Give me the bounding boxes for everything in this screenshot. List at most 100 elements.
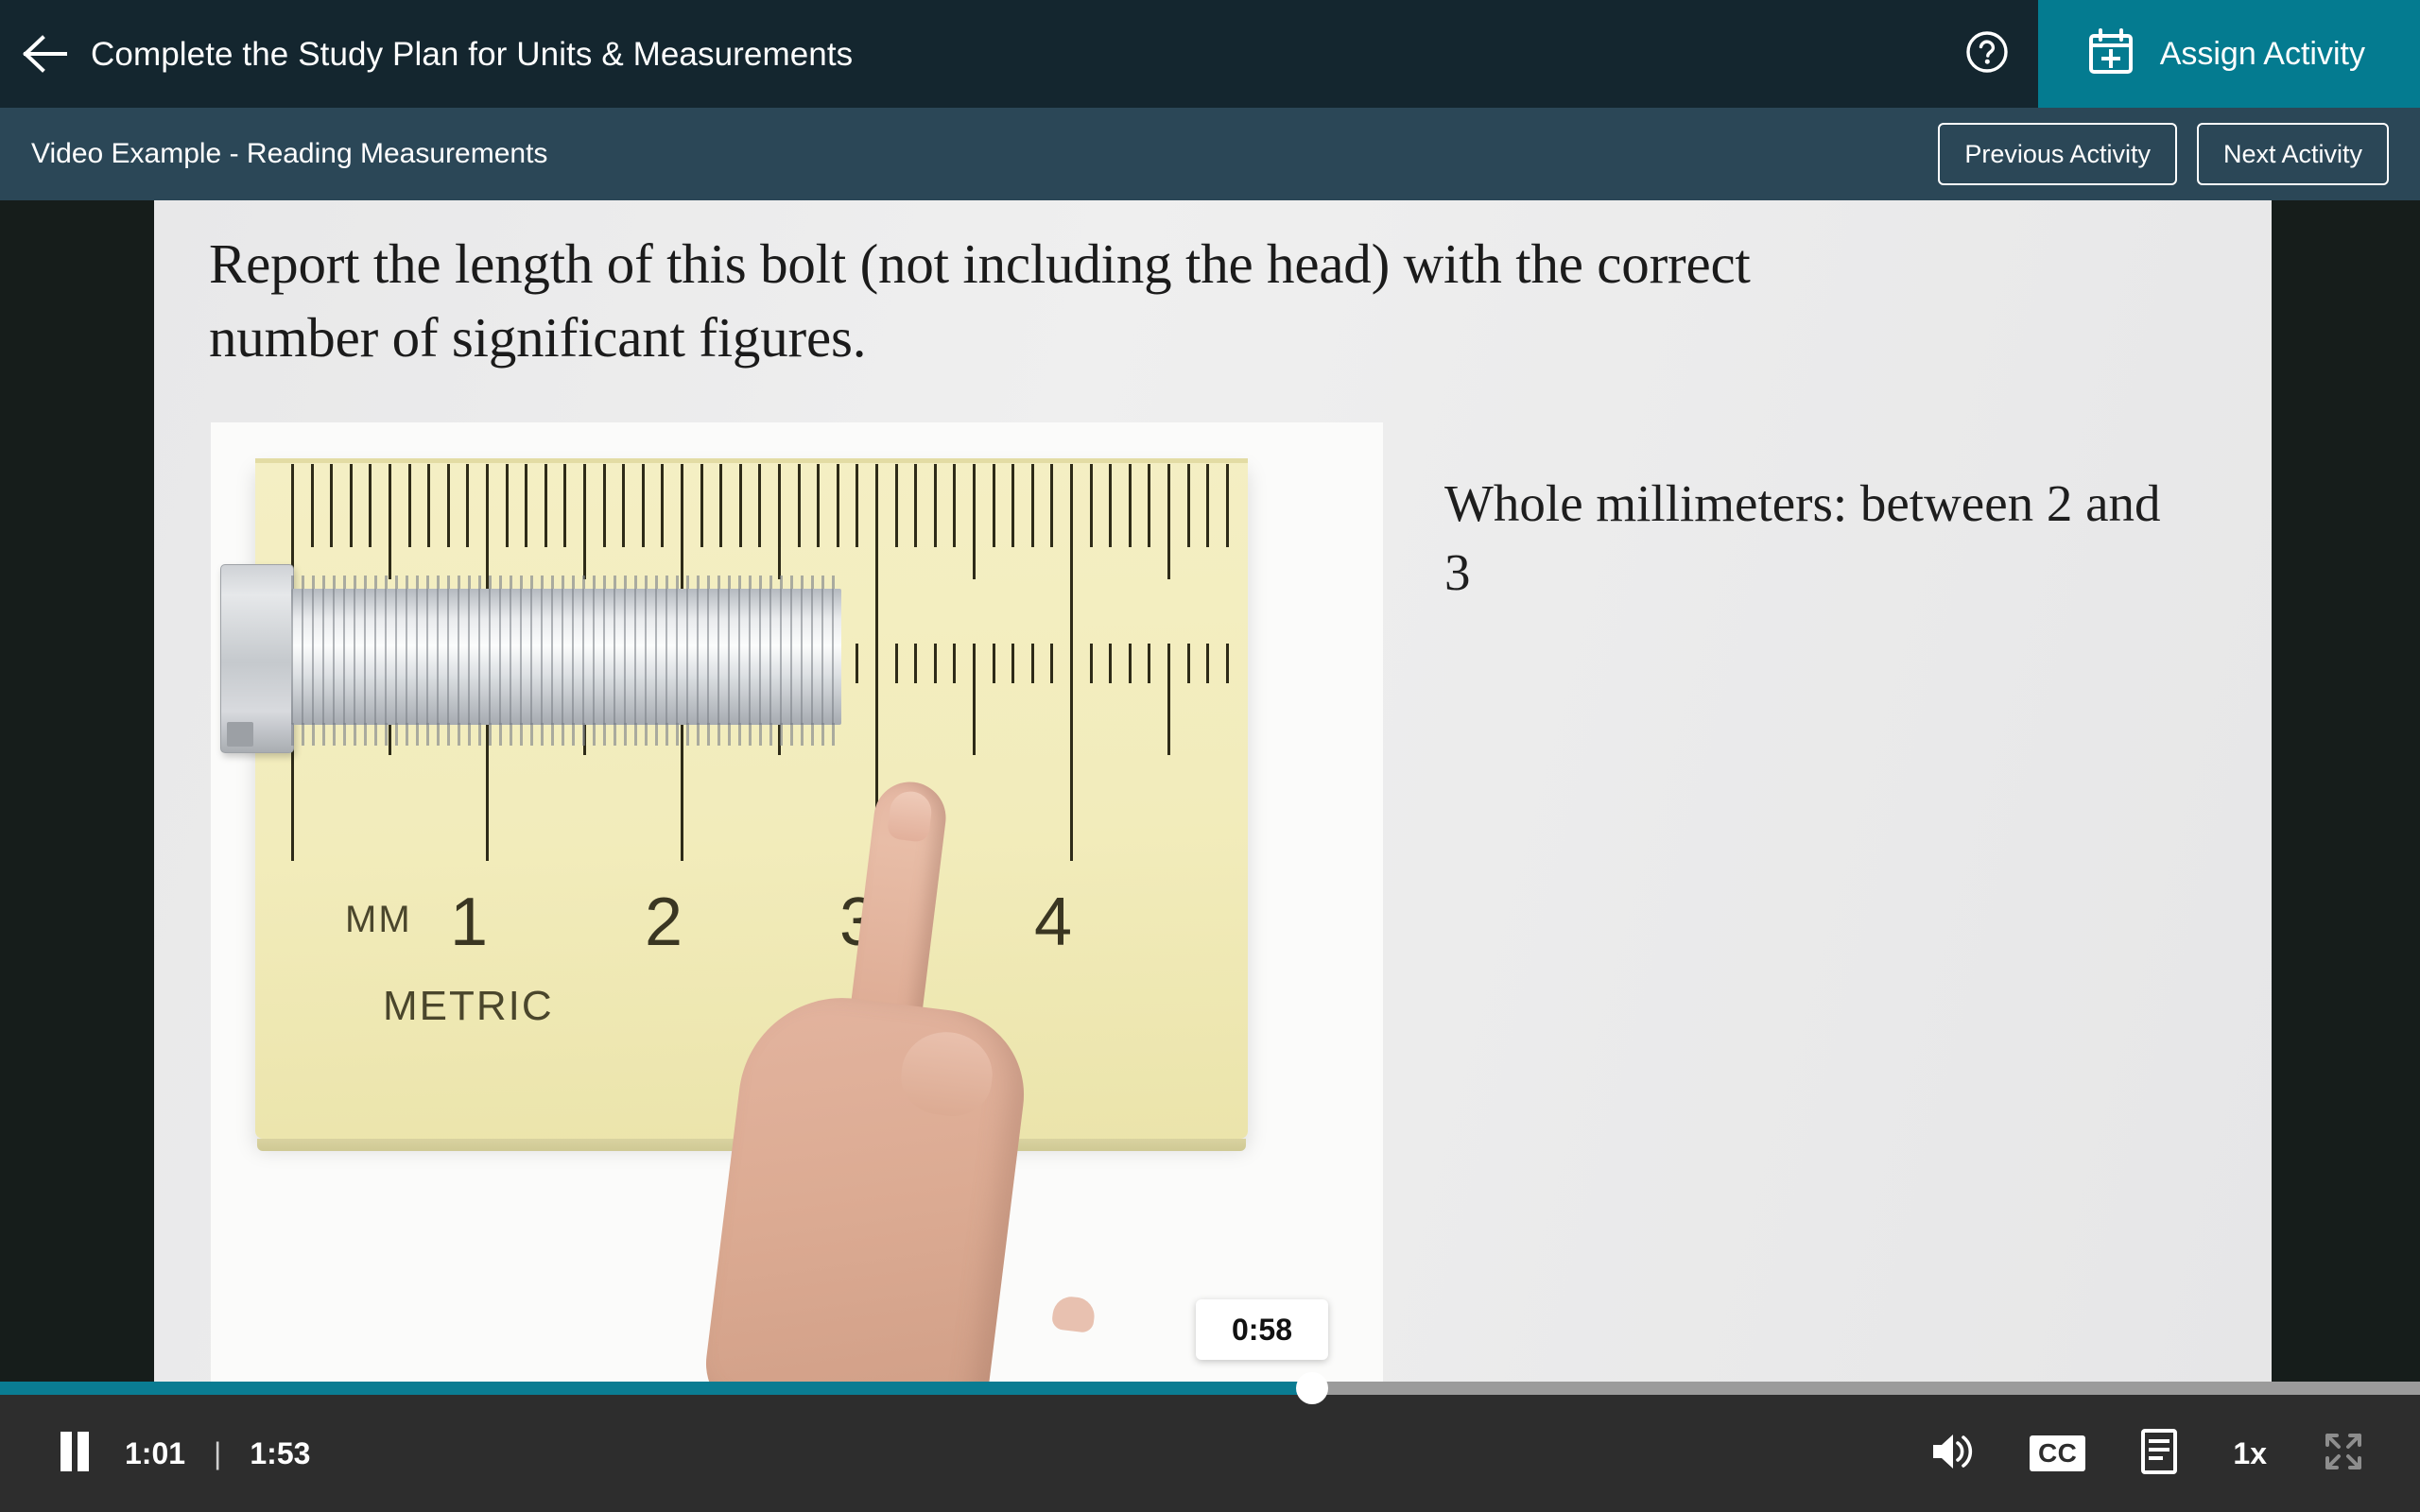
ruler-tick [738,464,742,547]
top-header-bar: Complete the Study Plan for Units & Meas… [0,0,2420,108]
ruler-tick [953,464,957,547]
volume-button[interactable] [1929,1395,1975,1512]
ruler-tick [778,464,781,579]
ruler-tick [700,464,703,547]
fullscreen-expand-icon [2322,1430,2365,1478]
question-text: Report the length of this bolt (not incl… [209,232,1751,369]
ruler-tick [933,644,937,683]
progress-fill [0,1382,1312,1395]
annotation-text: Whole millimeters: between 2 and 3 [1444,474,2161,601]
ruler-tick [310,464,314,547]
ruler-tick [544,464,547,547]
ruler-tick [1225,644,1229,683]
ruler-tick [505,464,509,547]
ruler-tick [914,644,918,683]
ruler-tick [836,464,839,547]
ruler-tick [1011,464,1015,547]
activity-title: Video Example - Reading Measurements [31,138,548,169]
video-stage[interactable]: Report the length of this bolt (not incl… [0,200,2420,1387]
back-button[interactable] [0,0,91,108]
ruler-tick [1148,464,1151,547]
video-progress-bar[interactable] [0,1372,2420,1404]
current-time: 1:01 [125,1436,186,1470]
metric-ruler: 1234 MM METRIC [220,458,1248,1387]
ruler-tick [661,464,665,547]
help-circle-icon [1965,30,2009,78]
previous-activity-button[interactable]: Previous Activity [1938,123,2177,185]
ruler-tick [1186,644,1190,683]
ruler-tick [758,464,762,547]
right-controls-group: CC 1x [1929,1395,2382,1512]
ruler-tick [817,464,821,547]
ruler-top-edge [255,458,1248,463]
captions-button[interactable]: CC [2029,1395,2086,1512]
ruler-tick [525,464,528,547]
fingernail [886,789,934,844]
ruler-tick [641,464,645,547]
thumbnail [1050,1295,1097,1334]
video-frame[interactable]: Report the length of this bolt (not incl… [154,200,2272,1387]
ruler-tick [1089,464,1093,547]
video-control-bar: 1:01 | 1:53 CC 1x [0,1395,2420,1512]
ruler-tick [933,464,937,547]
fullscreen-button[interactable] [2322,1395,2365,1512]
ruler-number: 1 [450,885,489,960]
transcript-icon [2140,1428,2178,1479]
ruler-tick [427,464,431,547]
ruler-tick [1011,644,1015,683]
ruler-tick [1109,644,1113,683]
ruler-tick [1167,644,1170,755]
ruler-tick [914,464,918,547]
ruler-tick [466,464,470,547]
volume-high-icon [1929,1432,1975,1476]
ruler-unit-label: MM [345,899,412,940]
ruler-number: 2 [645,885,683,960]
ruler-tick [563,464,567,547]
ruler-tick [719,464,723,547]
ruler-tick [856,464,859,547]
ruler-tick [1070,464,1073,653]
ruler-tick [894,464,898,547]
app-root: Complete the Study Plan for Units & Meas… [0,0,2420,1512]
help-button[interactable] [1936,0,2038,108]
play-pause-button[interactable] [38,1395,112,1512]
bolt-thread-bottom [291,723,841,746]
ruler-tick [602,464,606,547]
ruler-tick [1128,464,1132,547]
ruler-tick [1167,464,1170,579]
hand-palm [700,986,1034,1387]
ruler-tick [1050,464,1054,547]
calendar-plus-icon [2087,27,2135,80]
ruler-tick [856,644,859,683]
playback-speed-button[interactable]: 1x [2233,1395,2267,1512]
ruler-tick [1128,644,1132,683]
transcript-button[interactable] [2140,1395,2178,1512]
ruler-tick [389,464,391,579]
ruler-tick [953,644,957,683]
ruler-system-label: METRIC [383,983,554,1029]
ruler-tick [894,644,898,683]
pause-icon [59,1431,91,1476]
ruler-tick [875,464,878,653]
playback-speed-label: 1x [2233,1436,2267,1470]
page-title: Complete the Study Plan for Units & Meas… [91,35,854,73]
ruler-tick [446,464,450,547]
ruler-tick [797,464,801,547]
arrow-left-icon [22,35,69,73]
assign-activity-label: Assign Activity [2159,36,2365,72]
seek-time-value: 0:58 [1231,1313,1293,1347]
captions-label: CC [2029,1435,2086,1471]
total-time: 1:53 [250,1436,311,1470]
seek-time-tooltip: 0:58 [1196,1299,1328,1360]
ruler-tick [1030,464,1034,547]
ruler-tick [1225,464,1229,547]
progress-scrubber-handle[interactable] [1295,1372,1328,1404]
ruler-tick [622,464,626,547]
time-separator: | [214,1436,222,1470]
next-activity-button[interactable]: Next Activity [2196,123,2389,185]
ruler-tick [992,644,995,683]
ruler-tick [1089,644,1093,683]
ruler-tick [1206,644,1210,683]
ruler-tick [973,464,976,579]
assign-activity-button[interactable]: Assign Activity [2037,0,2420,108]
